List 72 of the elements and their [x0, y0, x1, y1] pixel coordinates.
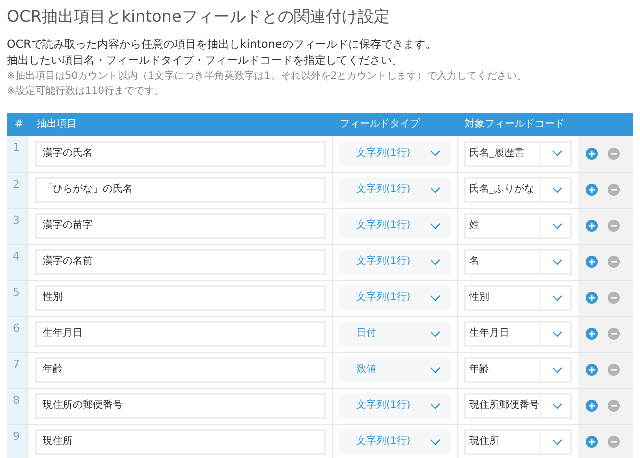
page-title: OCR抽出項目とkintoneフィールドとの関連付け設定	[7, 6, 391, 28]
description-text: OCRで読み取った内容から任意の項目を抽出しkintoneのフィールドに保存できます。	[7, 37, 438, 53]
field-code-select[interactable]: 現住所	[464, 429, 572, 455]
chevron-down-icon	[430, 258, 440, 266]
remove-icon[interactable]	[608, 256, 620, 268]
note-text: ※抽出項目は50カウント以内（1文字につき半角英数字は1、それ以外を2とカウントします）で入力してください。	[7, 70, 528, 84]
item-input[interactable]: 現住所	[35, 429, 326, 455]
item-input[interactable]: 漢字の氏名	[35, 140, 326, 167]
field-code-select[interactable]: 性別	[464, 285, 572, 311]
chevron-down-icon	[430, 366, 440, 374]
remove-icon[interactable]	[608, 292, 620, 304]
remove-icon[interactable]	[608, 400, 620, 412]
row-number: 5	[7, 280, 29, 316]
chevron-down-icon	[552, 222, 562, 230]
chevron-down-icon	[552, 438, 562, 446]
item-input[interactable]: 年齢	[35, 357, 326, 383]
chevron-down-icon	[430, 330, 440, 338]
field-code-select[interactable]: 年齢	[464, 357, 572, 383]
chevron-down-icon	[552, 330, 562, 338]
field-code-select[interactable]: 名	[464, 249, 572, 275]
remove-icon[interactable]	[608, 328, 620, 340]
row-number: 1	[7, 136, 29, 172]
add-icon[interactable]	[586, 148, 598, 160]
add-icon[interactable]	[586, 220, 598, 232]
item-input[interactable]: 漢字の名前	[35, 249, 326, 275]
chevron-down-icon	[430, 438, 440, 446]
note-text: ※設定可能行数は110行までです。	[7, 84, 166, 99]
add-icon[interactable]	[586, 328, 598, 340]
chevron-down-icon	[552, 150, 562, 158]
row-number: 2	[7, 172, 29, 208]
chevron-down-icon	[430, 150, 440, 158]
chevron-down-icon	[430, 186, 440, 194]
column-header: #	[7, 113, 29, 136]
field-code-select[interactable]: 現住所郵便番号	[464, 393, 572, 419]
add-icon[interactable]	[586, 256, 598, 268]
field-code-select[interactable]: 生年月日	[464, 321, 572, 347]
row-number: 7	[7, 352, 29, 388]
row-number: 6	[7, 316, 29, 352]
remove-icon[interactable]	[608, 148, 620, 160]
field-code-select[interactable]: 姓	[464, 213, 572, 239]
remove-icon[interactable]	[608, 184, 620, 196]
column-header: 対象フィールドコード	[457, 113, 578, 136]
add-icon[interactable]	[586, 400, 598, 412]
chevron-down-icon	[552, 294, 562, 302]
row-number: 8	[7, 388, 29, 424]
column-header: フィールドタイプ	[332, 113, 457, 136]
row-number: 3	[7, 208, 29, 244]
chevron-down-icon	[552, 186, 562, 194]
add-icon[interactable]	[586, 364, 598, 376]
description-text: 抽出したい項目名・フィールドタイプ・フィールドコードを指定してください。	[7, 53, 404, 69]
item-input[interactable]: 現住所の郵便番号	[35, 393, 326, 419]
remove-icon[interactable]	[608, 364, 620, 376]
add-icon[interactable]	[586, 184, 598, 196]
chevron-down-icon	[430, 294, 440, 302]
chevron-down-icon	[552, 402, 563, 410]
item-input[interactable]: 性別	[35, 285, 326, 311]
chevron-down-icon	[552, 366, 562, 374]
column-header: 抽出項目	[29, 113, 332, 136]
remove-icon[interactable]	[608, 220, 620, 232]
item-input[interactable]: 「ひらがな」の氏名	[35, 177, 326, 203]
add-icon[interactable]	[586, 436, 598, 448]
chevron-down-icon	[430, 222, 440, 230]
add-icon[interactable]	[586, 292, 598, 304]
row-number: 9	[7, 424, 29, 458]
item-input[interactable]: 漢字の苗字	[35, 213, 326, 239]
chevron-down-icon	[430, 402, 440, 410]
chevron-down-icon	[552, 258, 562, 266]
item-input[interactable]: 生年月日	[35, 321, 326, 347]
remove-icon[interactable]	[608, 436, 620, 448]
field-code-select[interactable]: 氏名_ふりがな	[464, 177, 572, 203]
row-number: 4	[7, 244, 29, 280]
field-code-select[interactable]: 氏名_履歴書	[464, 140, 572, 167]
